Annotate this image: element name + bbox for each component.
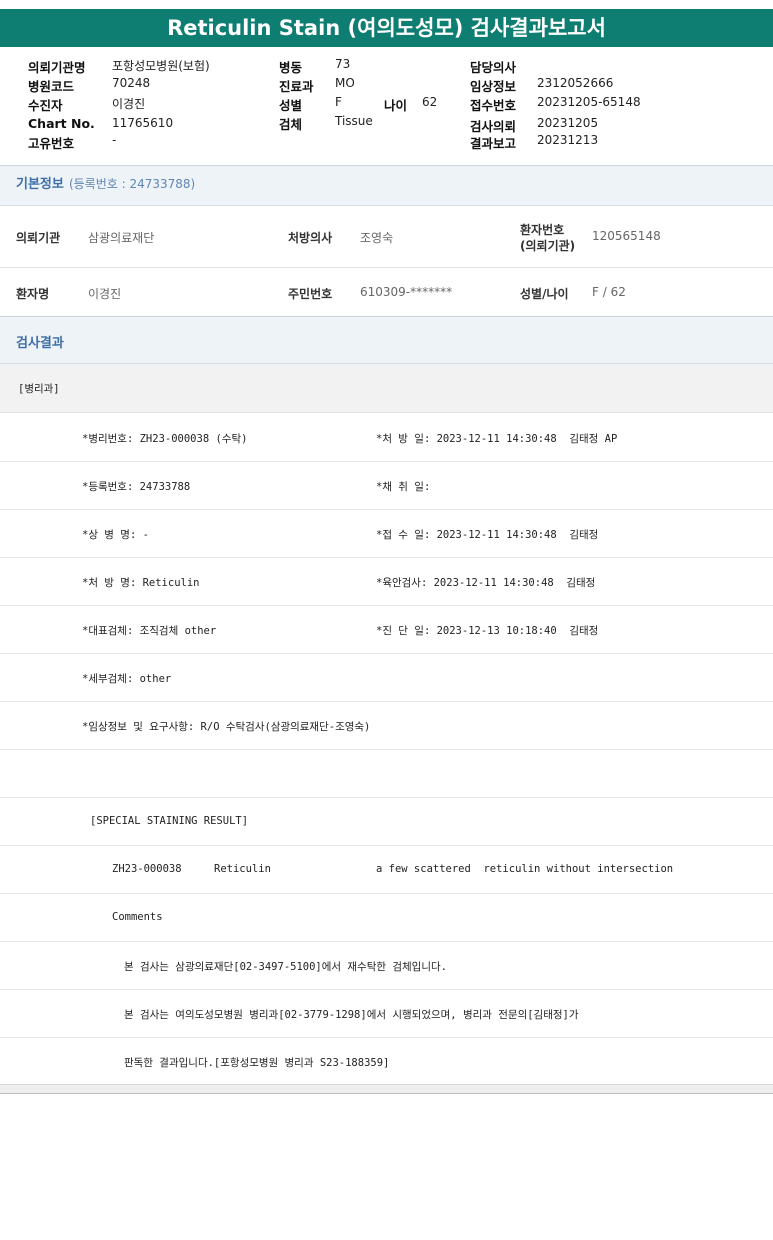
hospital-value: 포항성모병원(보험) xyxy=(112,59,210,73)
blank-row xyxy=(0,749,773,798)
representative-specimen: *대표검체: 조직검체 other xyxy=(82,625,217,637)
code-label: 병원코드 xyxy=(28,79,75,94)
comment-line-1: 본 검사는 삼광의료재단[02-3497-5100]에서 재수탁한 검체입니다. xyxy=(124,961,447,973)
sexage-label: 성별/나이 xyxy=(520,287,569,301)
patient-no-value: 120565148 xyxy=(592,229,661,243)
results-footer-bar xyxy=(0,1084,773,1094)
basic-info-header: 기본정보 (등록번호 : 24733788) xyxy=(0,165,773,206)
ward-label: 병동 xyxy=(279,60,303,75)
doctor-label: 담당의사 xyxy=(470,60,517,75)
result-line-row: *임상정보 및 요구사항: R/O 수탁검사(삼광의료재단-조영숙) xyxy=(0,701,773,750)
receipt-date: *접 수 일: 2023-12-11 14:30:48 김태정 xyxy=(376,529,599,541)
diagnosis-name: *상 병 명: - xyxy=(82,529,149,541)
collection-date: *채 취 일: xyxy=(376,481,431,493)
patient-no-label: 환자번호 xyxy=(520,223,565,237)
comments-heading: Comments xyxy=(112,911,163,923)
specimen-label: 검체 xyxy=(279,117,303,132)
prescriber-label: 처방의사 xyxy=(288,231,333,245)
sexage-value: F / 62 xyxy=(592,285,626,299)
special-staining-heading: [SPECIAL STAINING RESULT] xyxy=(90,815,249,827)
recipient-label: 수진자 xyxy=(28,98,63,113)
detail-specimen: *세부검체: other xyxy=(82,673,172,685)
result-line-row: *대표검체: 조직검체 other *진 단 일: 2023-12-13 10:… xyxy=(0,605,773,654)
results-header: 검사결과 xyxy=(0,317,773,364)
prescriber-value: 조영숙 xyxy=(360,231,394,245)
basic-info-row-2: 환자명 이경진 주민번호 610309-******* 성별/나이 F / 62 xyxy=(0,268,773,317)
age-value: 62 xyxy=(422,95,438,109)
prescription-name: *처 방 명: Reticulin xyxy=(82,577,200,589)
chart-label: Chart No. xyxy=(28,116,95,131)
patient-no-sublabel: (의뢰기관) xyxy=(520,239,576,253)
hospital-label: 의뢰기관명 xyxy=(28,60,86,75)
dept-value: MO xyxy=(335,76,355,90)
recipient-value: 이경진 xyxy=(112,97,146,111)
chart-value: 11765610 xyxy=(112,116,174,130)
rrn-value: 610309-******* xyxy=(360,285,453,299)
result-line-row: *병리번호: ZH23-000038 (수탁) *처 방 일: 2023-12-… xyxy=(0,413,773,462)
result-line-row: Comments xyxy=(0,893,773,942)
result-line-row: *상 병 명: - *접 수 일: 2023-12-11 14:30:48 김태… xyxy=(0,509,773,558)
request-value: 20231205 xyxy=(537,116,599,130)
result-line-row: ZH23-000038 Reticulin a few scattered re… xyxy=(0,845,773,894)
ward-value: 73 xyxy=(335,57,351,71)
result-value: 20231213 xyxy=(537,133,599,147)
sex-value: F xyxy=(335,95,342,109)
clinical-label: 임상정보 xyxy=(470,79,517,94)
result-line-row: 판독한 결과입니다.[포항성모병원 병리과 S23-188359] xyxy=(0,1037,773,1084)
basic-info-title: 기본정보 xyxy=(16,177,64,192)
result-line-row: *등록번호: 24733788 *채 취 일: xyxy=(0,461,773,510)
specimen-value: Tissue xyxy=(335,114,373,128)
gross-exam-date: *육안검사: 2023-12-11 14:30:48 김태정 xyxy=(376,577,596,589)
clinical-value: 2312052666 xyxy=(537,76,614,90)
prescription-date: *처 방 일: 2023-12-11 14:30:48 김태정 AP xyxy=(376,433,618,445)
sex-label: 성별 xyxy=(279,98,303,113)
patient-label: 환자명 xyxy=(16,287,50,301)
unique-label: 고유번호 xyxy=(28,136,75,151)
code-value: 70248 xyxy=(112,76,151,90)
basic-info-heading: 기본정보 (등록번호 : 24733788) xyxy=(16,173,195,192)
registration-no: *등록번호: 24733788 xyxy=(82,481,191,493)
comment-line-3: 판독한 결과입니다.[포항성모병원 병리과 S23-188359] xyxy=(124,1057,390,1069)
result-pathology-id: ZH23-000038 xyxy=(112,863,182,875)
result-label: 결과보고 xyxy=(470,136,517,151)
rrn-label: 주민번호 xyxy=(288,287,333,301)
clinical-info: *임상정보 및 요구사항: R/O 수탁검사(삼광의료재단-조영숙) xyxy=(82,721,371,733)
result-finding: a few scattered reticulin without inters… xyxy=(376,863,674,875)
result-line-row: 본 검사는 삼광의료재단[02-3497-5100]에서 재수탁한 검체입니다. xyxy=(0,941,773,990)
diagnosis-date: *진 단 일: 2023-12-13 10:18:40 김태정 xyxy=(376,625,599,637)
comment-line-2: 본 검사는 여의도성모병원 병리과[02-3779-1298]에서 시행되었으며… xyxy=(124,1009,579,1021)
results-dept-row: [병리과] xyxy=(0,364,773,413)
results-title: 검사결과 xyxy=(16,336,64,351)
basic-info-reg: (등록번호 : 24733788) xyxy=(68,177,196,191)
dept-label: 진료과 xyxy=(279,79,314,94)
result-line-row: [SPECIAL STAINING RESULT] xyxy=(0,797,773,846)
age-label: 나이 xyxy=(384,98,408,113)
report-title: Reticulin Stain (여의도성모) 검사결과보고서 xyxy=(0,9,773,47)
requester-value: 삼광의료재단 xyxy=(88,231,155,245)
accession-value: 20231205-65148 xyxy=(537,95,641,109)
accession-label: 접수번호 xyxy=(470,98,517,113)
result-stain-name: Reticulin xyxy=(214,863,271,875)
pathology-no: *병리번호: ZH23-000038 (수탁) xyxy=(82,433,248,445)
result-line-row: *세부검체: other xyxy=(0,653,773,702)
patient-value: 이경진 xyxy=(88,287,122,301)
result-line-row: *처 방 명: Reticulin *육안검사: 2023-12-11 14:3… xyxy=(0,557,773,606)
results-dept: [병리과] xyxy=(18,383,60,395)
unique-value: - xyxy=(112,133,117,147)
requester-label: 의뢰기관 xyxy=(16,231,61,245)
basic-info-row-1: 의뢰기관 삼광의료재단 처방의사 조영숙 환자번호 (의뢰기관) 1205651… xyxy=(0,205,773,268)
result-line-row: 본 검사는 여의도성모병원 병리과[02-3779-1298]에서 시행되었으며… xyxy=(0,989,773,1038)
